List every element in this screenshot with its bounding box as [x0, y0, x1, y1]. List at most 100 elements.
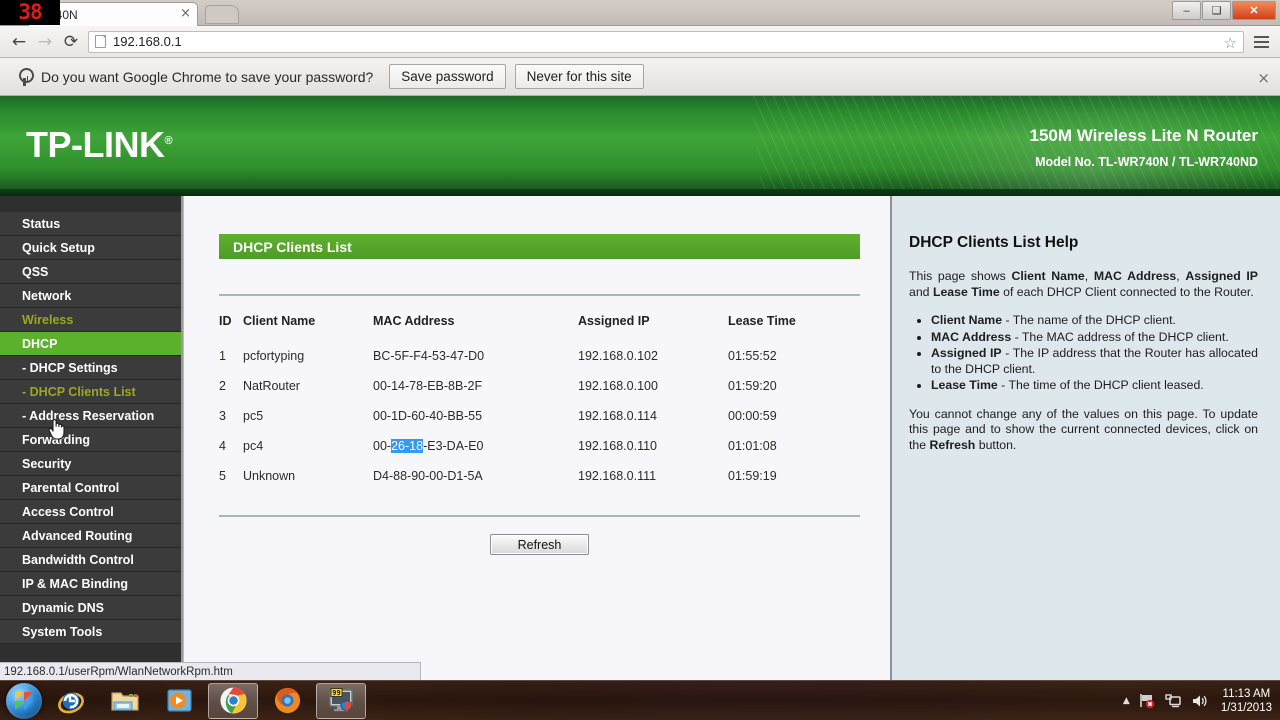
taskbar-item-media-player[interactable]: [154, 683, 204, 719]
close-icon[interactable]: ×: [180, 7, 191, 21]
close-window-button[interactable]: ✕: [1232, 1, 1276, 20]
taskbar-item-monitor-app[interactable]: 99: [316, 683, 366, 719]
address-bar[interactable]: 192.168.0.1 ☆: [88, 31, 1244, 53]
sidebar-item-parental-control[interactable]: Parental Control: [0, 476, 181, 500]
page-title: DHCP Clients List: [219, 234, 860, 259]
cell-id: 1: [219, 341, 243, 371]
help-outro-part: button.: [975, 438, 1016, 452]
router-model-number: Model No. TL-WR740N / TL-WR740ND: [1030, 155, 1258, 169]
table-row: 4pc400-26-18-E3-DA-E0192.168.0.11001:01:…: [219, 431, 860, 461]
tab-strip: /R740N × 38 – ❑ ✕: [0, 0, 1280, 26]
help-title: DHCP Clients List Help: [909, 234, 1258, 252]
sidebar-item-wireless[interactable]: Wireless: [0, 308, 181, 332]
volume-icon[interactable]: [1191, 693, 1208, 709]
cell-client-name: pc5: [243, 401, 373, 431]
network-flag-icon[interactable]: [1139, 693, 1156, 709]
table-row: 5UnknownD4-88-90-00-D1-5A192.168.0.11101…: [219, 461, 860, 491]
taskbar-item-google-chrome[interactable]: [208, 683, 258, 719]
clock-date: 1/31/2013: [1221, 701, 1272, 715]
mac-part: -E3-DA-E0: [423, 439, 483, 453]
sidebar-item-label: Status: [22, 217, 60, 231]
help-bullet-term: Lease Time: [931, 378, 998, 392]
forward-icon[interactable]: →: [32, 29, 58, 55]
refresh-button[interactable]: Refresh: [490, 534, 589, 555]
clock-time: 11:13 AM: [1221, 687, 1272, 701]
sidebar-item-dhcp-settings[interactable]: - DHCP Settings: [0, 356, 181, 380]
sidebar-item-forwarding[interactable]: Forwarding: [0, 428, 181, 452]
column-header-assigned-ip: Assigned IP: [578, 310, 728, 341]
cell-assigned-ip: 192.168.0.100: [578, 371, 728, 401]
help-bullet-desc: - The time of the DHCP client leased.: [998, 378, 1204, 392]
cell-client-name: Unknown: [243, 461, 373, 491]
column-header-mac-address: MAC Address: [373, 310, 578, 341]
sidebar-item-dhcp[interactable]: DHCP: [0, 332, 181, 356]
table-row: 2NatRouter00-14-78-EB-8B-2F192.168.0.100…: [219, 371, 860, 401]
cell-lease-time: 01:59:20: [728, 371, 860, 401]
table-header-row: IDClient NameMAC AddressAssigned IPLease…: [219, 310, 860, 341]
table-row: 3pc500-1D-60-40-BB-55192.168.0.11400:00:…: [219, 401, 860, 431]
help-intro-part: and: [909, 285, 933, 299]
show-hidden-icons-icon[interactable]: ▲: [1123, 696, 1130, 706]
sidebar-item-access-control[interactable]: Access Control: [0, 500, 181, 524]
password-save-infobar: Do you want Google Chrome to save your p…: [0, 58, 1280, 96]
router-sidebar-nav: Status Quick Setup QSSNetworkWireless DHCP -…: [0, 196, 183, 680]
sidebar-item-network[interactable]: Network: [0, 284, 181, 308]
sidebar-item-status[interactable]: Status: [0, 212, 181, 236]
firefox-icon: [273, 686, 302, 715]
taskbar-clock[interactable]: 11:13 AM 1/31/2013: [1221, 687, 1272, 715]
sidebar-item-label: System Tools: [22, 625, 102, 639]
cell-mac-address: 00-26-18-E3-DA-E0: [373, 431, 578, 461]
table-row: 1pcfortypingBC-5F-F4-53-47-D0192.168.0.1…: [219, 341, 860, 371]
sidebar-item-label: DHCP: [22, 337, 57, 351]
help-bullet-item: Lease Time - The time of the DHCP client…: [931, 378, 1258, 394]
help-bullet-desc: - The name of the DHCP client.: [1002, 313, 1176, 327]
start-button-icon[interactable]: [6, 683, 42, 719]
back-icon[interactable]: ←: [6, 29, 32, 55]
main-content: DHCP Clients List IDClient NameMAC Addre…: [183, 196, 890, 680]
cell-lease-time: 00:00:59: [728, 401, 860, 431]
sidebar-item-quick-setup[interactable]: Quick Setup: [0, 236, 181, 260]
cell-mac-address: BC-5F-F4-53-47-D0: [373, 341, 578, 371]
taskbar-item-internet-explorer[interactable]: [46, 683, 96, 719]
sidebar-item-dynamic-dns[interactable]: Dynamic DNS: [0, 596, 181, 620]
infobar-close-icon[interactable]: ×: [1257, 69, 1270, 87]
sidebar-item-dhcp-clients-list[interactable]: - DHCP Clients List: [0, 380, 181, 404]
screen: /R740N × 38 – ❑ ✕ ← → ⟳ 192.168.0.1 ☆: [0, 0, 1280, 720]
bookmark-star-icon[interactable]: ☆: [1224, 34, 1237, 52]
network-monitor-icon[interactable]: [1165, 693, 1182, 709]
mac-part: 00-: [373, 439, 391, 453]
new-tab-button[interactable]: [205, 5, 239, 24]
sidebar-item-advanced-routing[interactable]: Advanced Routing: [0, 524, 181, 548]
column-header-client-name: Client Name: [243, 310, 373, 341]
taskbar-item-file-explorer[interactable]: [100, 683, 150, 719]
help-intro-part: of each DHCP Client connected to the Rou…: [1000, 285, 1254, 299]
system-tray: ▲ 11:13 AM 1/31/2013: [1123, 687, 1280, 715]
column-header-id: ID: [219, 310, 243, 341]
minimize-button[interactable]: –: [1172, 1, 1201, 20]
restore-button[interactable]: ❑: [1202, 1, 1231, 20]
reload-icon[interactable]: ⟳: [58, 29, 84, 55]
sidebar-item-label: Quick Setup: [22, 241, 95, 255]
never-for-this-site-button[interactable]: Never for this site: [515, 64, 644, 89]
cell-lease-time: 01:59:19: [728, 461, 860, 491]
page-body: Status Quick Setup QSSNetworkWireless DHCP -…: [0, 196, 1280, 680]
address-bar-value: 192.168.0.1: [113, 34, 182, 49]
sidebar-item-security[interactable]: Security: [0, 452, 181, 476]
cell-client-name: pc4: [243, 431, 373, 461]
cell-client-name: NatRouter: [243, 371, 373, 401]
mac-selected-text: 26-18: [391, 439, 423, 453]
sidebar-item-qss[interactable]: QSS: [0, 260, 181, 284]
sidebar-item-bandwidth-control[interactable]: Bandwidth Control: [0, 548, 181, 572]
sidebar-item-address-reservation[interactable]: - Address Reservation: [0, 404, 181, 428]
page-document-icon: [95, 35, 106, 48]
taskbar-item-firefox[interactable]: [262, 683, 312, 719]
chrome-menu-icon[interactable]: [1250, 31, 1272, 53]
table-body: 1pcfortypingBC-5F-F4-53-47-D0192.168.0.1…: [219, 341, 860, 491]
infobar-message: Do you want Google Chrome to save your p…: [41, 69, 373, 85]
internet-explorer-icon: [56, 687, 86, 715]
sidebar-item-label: - DHCP Clients List: [22, 385, 136, 399]
save-password-button[interactable]: Save password: [389, 64, 505, 89]
sidebar-item-ip-mac-binding[interactable]: IP & MAC Binding: [0, 572, 181, 596]
sidebar-item-system-tools[interactable]: System Tools: [0, 620, 181, 644]
file-explorer-icon: [110, 688, 140, 714]
